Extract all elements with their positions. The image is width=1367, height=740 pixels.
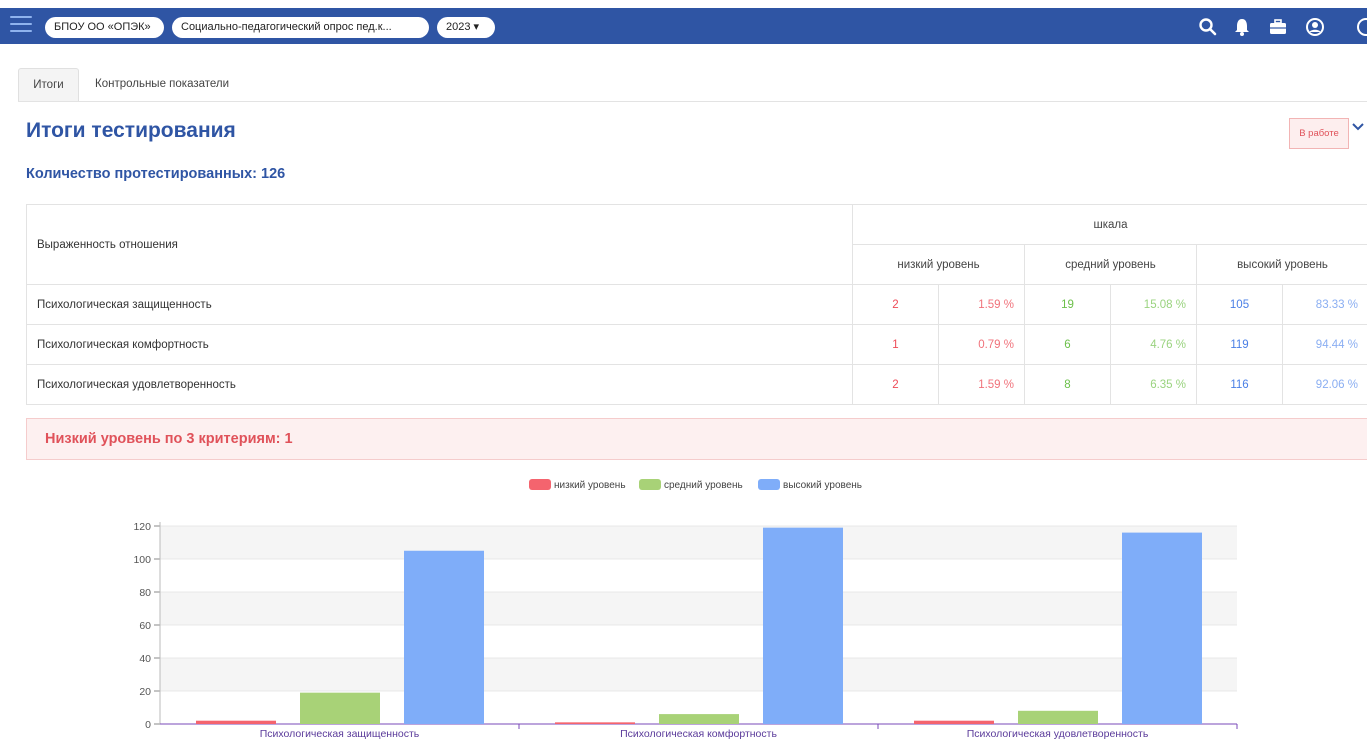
high-count: 119 — [1196, 324, 1283, 365]
criterion-name: Психологическая комфортность — [26, 324, 853, 365]
mid-count: 19 — [1024, 284, 1111, 325]
y-tick-label: 120 — [133, 521, 151, 533]
low-percent: 1.59 % — [938, 284, 1025, 325]
criterion-header: Выраженность отношения — [26, 204, 853, 285]
hamburger-menu-icon[interactable] — [10, 16, 32, 36]
high-percent: 83.33 % — [1282, 284, 1367, 325]
organization-selector[interactable]: БПОУ ОО «ОПЭК» — [45, 17, 164, 38]
mid-count: 8 — [1024, 364, 1111, 405]
legend-label: низкий уровень — [554, 480, 626, 491]
bar-low — [555, 722, 635, 724]
mid-percent: 6.35 % — [1110, 364, 1197, 405]
grid-band — [160, 658, 1237, 691]
criterion-name: Психологическая удовлетворенность — [26, 364, 853, 405]
y-tick-label: 80 — [139, 587, 151, 599]
bell-icon[interactable] — [1232, 17, 1252, 37]
level-header-high: высокий уровень — [1196, 244, 1367, 285]
bar-high — [404, 550, 484, 724]
legend-label: высокий уровень — [783, 480, 862, 491]
mid-percent: 15.08 % — [1110, 284, 1197, 325]
criterion-name: Психологическая защищенность — [26, 284, 853, 325]
y-tick-label: 0 — [145, 719, 151, 731]
table-row: Психологическая защищенность 2 1.59 % 19… — [26, 284, 1367, 325]
tabs-divider — [18, 101, 1367, 102]
mid-count: 6 — [1024, 324, 1111, 365]
high-count: 105 — [1196, 284, 1283, 325]
page-title: Итоги тестирования — [26, 119, 236, 142]
more-icon[interactable] — [1356, 17, 1367, 37]
grid-band — [160, 526, 1237, 559]
bar-low — [196, 720, 276, 724]
legend-swatch — [639, 479, 661, 490]
y-tick-label: 100 — [133, 554, 151, 566]
bar-mid — [659, 714, 739, 724]
search-icon[interactable] — [1198, 17, 1218, 37]
legend-swatch — [758, 479, 780, 490]
high-percent: 92.06 % — [1282, 364, 1367, 405]
x-tick-label: Психологическая удовлетворенность — [967, 728, 1149, 740]
bar-high — [763, 527, 843, 724]
bar-high — [1122, 532, 1202, 724]
x-tick-label: Психологическая защищенность — [260, 728, 420, 740]
low-percent: 0.79 % — [938, 324, 1025, 365]
y-tick-label: 60 — [139, 620, 151, 632]
legend-swatch — [529, 479, 551, 490]
bar-mid — [300, 692, 380, 724]
tab-results[interactable]: Итоги — [18, 68, 79, 102]
high-count: 116 — [1196, 364, 1283, 405]
legend-label: средний уровень — [664, 480, 743, 491]
level-header-low: низкий уровень — [852, 244, 1025, 285]
table-row: Психологическая комфортность 1 0.79 % 6 … — [26, 324, 1367, 365]
user-avatar-icon[interactable] — [1305, 17, 1325, 37]
x-tick-label: Психологическая комфортность — [620, 728, 777, 740]
status-badge[interactable]: В работе — [1289, 118, 1349, 149]
high-percent: 94.44 % — [1282, 324, 1367, 365]
top-navbar: БПОУ ОО «ОПЭК» Социально-педагогический … — [0, 8, 1367, 44]
results-table: Выраженность отношения шкала низкий уров… — [26, 204, 1367, 405]
bar-low — [914, 720, 994, 724]
y-tick-label: 20 — [139, 686, 151, 698]
tab-control-indicators[interactable]: Контрольные показатели — [95, 68, 229, 102]
level-header-mid: средний уровень — [1024, 244, 1197, 285]
low-count: 2 — [852, 284, 939, 325]
year-selector[interactable]: 2023 ▾ — [437, 17, 495, 38]
alert-text: Низкий уровень по 3 критериям: 1 — [45, 431, 293, 447]
table-row: Психологическая удовлетворенность 2 1.59… — [26, 364, 1367, 405]
grid-band — [160, 592, 1237, 625]
briefcase-icon[interactable] — [1268, 17, 1288, 37]
low-level-alert: Низкий уровень по 3 критериям: 1 — [26, 418, 1367, 460]
chevron-down-icon[interactable] — [1351, 120, 1365, 134]
low-count: 1 — [852, 324, 939, 365]
mid-percent: 4.76 % — [1110, 324, 1197, 365]
low-count: 2 — [852, 364, 939, 405]
low-percent: 1.59 % — [938, 364, 1025, 405]
y-tick-label: 40 — [139, 653, 151, 665]
results-bar-chart: 0 20 40 60 80 100 120 Психологическая защищенно… — [133, 479, 1238, 740]
bar-mid — [1018, 710, 1098, 724]
tested-count: Количество протестированных: 126 — [26, 166, 286, 182]
survey-selector[interactable]: Социально-педагогический опрос пед.к... — [172, 17, 429, 38]
scale-header: шкала — [852, 204, 1367, 245]
